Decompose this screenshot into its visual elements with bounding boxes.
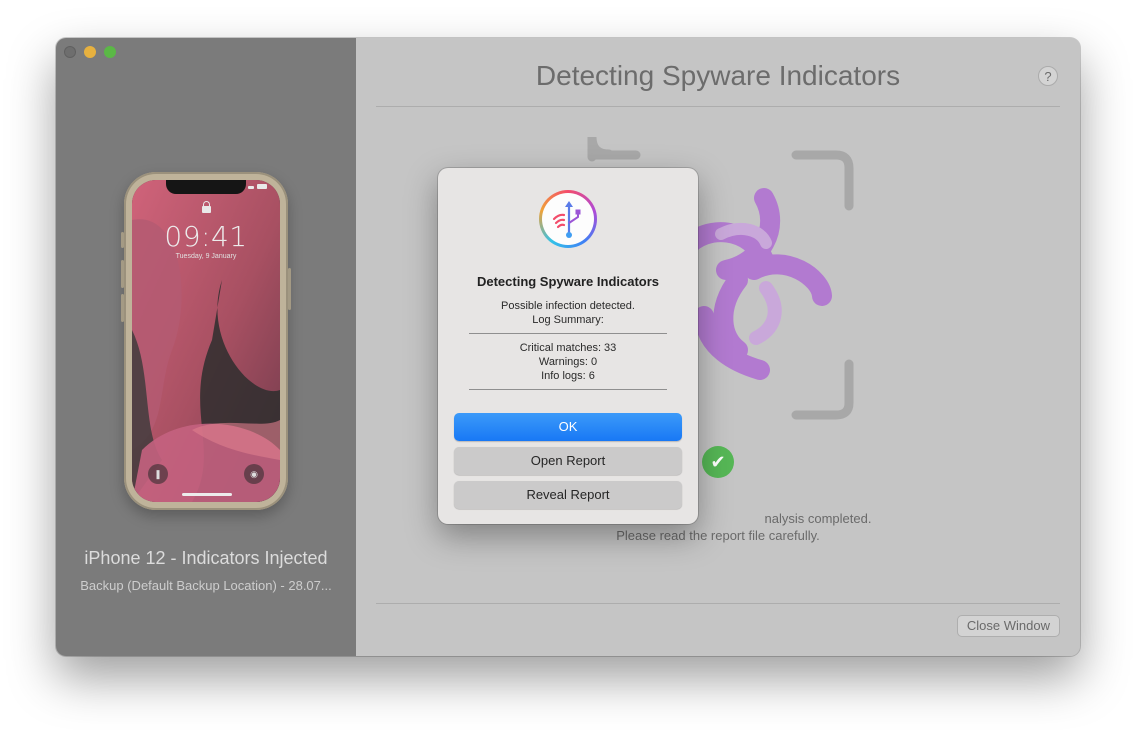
- checkmark-icon: ✔: [702, 446, 734, 478]
- camera-icon: ◉: [244, 464, 264, 484]
- divider: [469, 333, 667, 334]
- reveal-report-button[interactable]: Reveal Report: [454, 481, 682, 509]
- device-name: iPhone 12 - Indicators Injected: [84, 548, 328, 568]
- biohazard-icon: [676, 188, 832, 380]
- zoom-window-dot[interactable]: [104, 46, 116, 58]
- close-window-button[interactable]: Close Window: [956, 615, 1060, 637]
- phone-side-button: [121, 232, 124, 248]
- lock-icon: [202, 201, 211, 213]
- home-indicator: [182, 493, 232, 496]
- dialog-message-line: Log Summary:: [532, 314, 604, 326]
- warnings-count: Warnings: 0: [538, 356, 598, 368]
- status-line: Please read the report file carefully.: [616, 528, 820, 543]
- dialog-title: Detecting Spyware Indicators: [476, 274, 660, 289]
- phone-status-icons: [248, 184, 268, 190]
- lock-screen-time: 09:41: [164, 220, 248, 253]
- lock-screen-date: Tuesday, 9 January: [175, 253, 237, 260]
- minimize-window-dot[interactable]: [84, 46, 96, 58]
- phone-side-button: [121, 260, 124, 288]
- phone-side-button: [121, 294, 124, 322]
- alert-dialog: Detecting Spyware Indicators Possible in…: [438, 168, 698, 524]
- log-summary: Critical matches: 33 Warnings: 0 Info lo…: [438, 341, 698, 383]
- phone-illustration: 09:41 Tuesday, 9 January ❚ ◉: [121, 172, 291, 510]
- phone-screen: 09:41 Tuesday, 9 January ❚ ◉: [132, 180, 280, 502]
- phone-notch: [166, 180, 246, 194]
- dialog-message-line: Possible infection detected.: [501, 300, 635, 312]
- flashlight-icon: ❚: [148, 464, 168, 484]
- divider: [469, 389, 667, 390]
- ok-button[interactable]: OK: [454, 413, 682, 441]
- critical-matches: Critical matches: 33: [519, 342, 617, 354]
- phone-side-button: [288, 268, 291, 310]
- open-report-button[interactable]: Open Report: [454, 447, 682, 475]
- usb-app-icon: [539, 190, 597, 248]
- sidebar: 09:41 Tuesday, 9 January ❚ ◉ iPhone 12 -…: [56, 38, 356, 656]
- close-window-dot[interactable]: [64, 46, 76, 58]
- divider: [376, 603, 1060, 604]
- info-logs-count: Info logs: 6: [541, 370, 595, 382]
- device-backup-location: Backup (Default Backup Location) - 28.07…: [80, 578, 332, 593]
- dialog-message: Possible infection detected. Log Summary…: [438, 299, 698, 327]
